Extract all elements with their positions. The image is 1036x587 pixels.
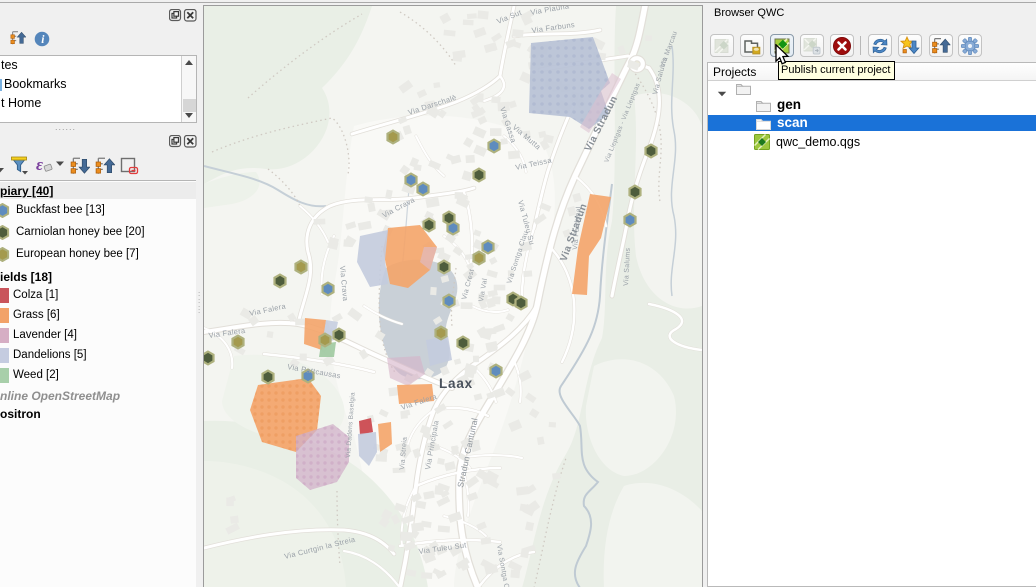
svg-text:ε: ε: [36, 155, 43, 174]
svg-text:Laax: Laax: [439, 376, 473, 391]
